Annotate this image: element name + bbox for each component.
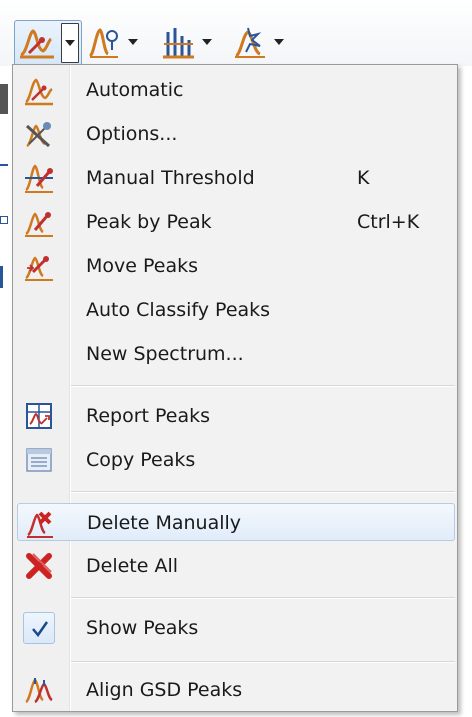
automatic-peaks-icon	[23, 74, 55, 106]
peak-pick-icon[interactable]	[17, 23, 57, 61]
chevron-down-icon	[128, 39, 138, 45]
manual-threshold-icon	[23, 162, 55, 194]
menu-item-shortcut: Ctrl+K	[357, 211, 420, 233]
menu-item-label: Manual Threshold	[86, 167, 255, 189]
menu-item-move-peaks[interactable]: Move Peaks	[17, 247, 455, 285]
menu-separator	[71, 661, 455, 662]
menu-separator	[71, 385, 455, 386]
menu-item-align-gsd-peaks[interactable]: Align GSD Peaks	[17, 671, 455, 709]
menu-item-label: Automatic	[86, 79, 184, 101]
menu-separator	[71, 597, 455, 598]
menu-item-label: Report Peaks	[86, 405, 211, 427]
move-peaks-icon	[23, 250, 55, 282]
menu-item-options[interactable]: Options...	[17, 115, 455, 153]
peaks-toolbar	[0, 0, 472, 66]
menu-item-copy-peaks[interactable]: Copy Peaks	[17, 441, 455, 479]
menu-item-label: New Spectrum...	[86, 343, 244, 365]
peak-tool-4-button[interactable]	[232, 20, 294, 64]
peak-picking-dropdown-toggle[interactable]	[61, 23, 79, 63]
menu-item-label: Delete All	[86, 555, 179, 577]
chevron-down-icon	[202, 39, 212, 45]
background-window-edge	[0, 66, 10, 717]
chevron-down-icon	[274, 39, 284, 45]
checkmark-icon	[23, 612, 55, 644]
chevron-down-icon	[65, 40, 75, 46]
menu-item-label: Copy Peaks	[86, 449, 196, 471]
menu-item-label: Align GSD Peaks	[86, 679, 243, 701]
menu-item-shortcut: K	[357, 167, 370, 189]
menu-separator	[71, 491, 455, 492]
peak-tool-3-button[interactable]	[160, 20, 222, 64]
menu-item-delete-manually[interactable]: Delete Manually	[17, 503, 455, 541]
report-peaks-icon	[23, 400, 55, 432]
delete-all-icon	[23, 550, 55, 582]
peak-picking-split-button[interactable]	[14, 20, 82, 66]
menu-item-label: Auto Classify Peaks	[86, 299, 271, 321]
menu-item-label: Show Peaks	[86, 617, 199, 639]
peak-tool-2-button[interactable]	[86, 20, 148, 64]
menu-item-delete-all[interactable]: Delete All	[17, 547, 455, 585]
peak-ruler-icon	[86, 24, 122, 60]
copy-peaks-icon	[23, 444, 55, 476]
menu-item-label: Delete Manually	[87, 512, 242, 534]
options-peaks-icon	[23, 118, 55, 150]
menu-item-show-peaks[interactable]: Show Peaks	[17, 609, 455, 647]
burst-peaks-icon	[232, 24, 268, 60]
menu-item-auto-classify-peaks[interactable]: Auto Classify Peaks	[17, 291, 455, 329]
menu-item-report-peaks[interactable]: Report Peaks	[17, 397, 455, 435]
menu-item-label: Peak by Peak	[86, 211, 212, 233]
peak-by-peak-icon	[23, 206, 55, 238]
align-gsd-icon	[23, 674, 55, 706]
bar-peaks-icon	[160, 24, 196, 60]
menu-item-manual-threshold[interactable]: Manual Threshold K	[17, 159, 455, 197]
menu-item-automatic[interactable]: Automatic	[17, 71, 455, 109]
menu-item-label: Options...	[86, 123, 178, 145]
menu-item-new-spectrum[interactable]: New Spectrum...	[17, 335, 455, 373]
menu-item-peak-by-peak[interactable]: Peak by Peak Ctrl+K	[17, 203, 455, 241]
delete-manually-icon	[24, 507, 56, 539]
menu-item-label: Move Peaks	[86, 255, 199, 277]
peak-picking-dropdown-menu: Automatic Options... Manual Threshold K …	[12, 64, 458, 712]
